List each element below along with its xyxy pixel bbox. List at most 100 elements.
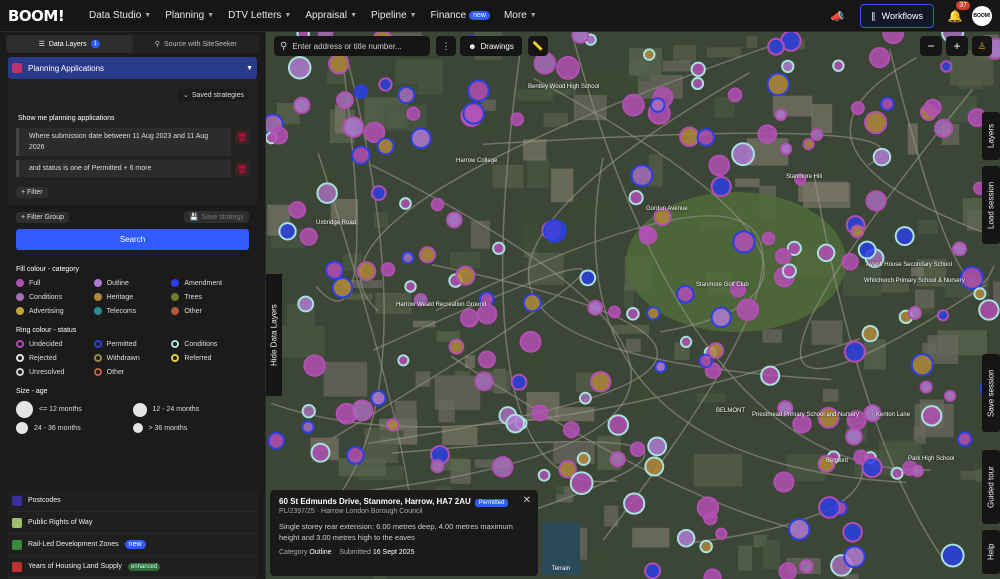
planning-application-marker[interactable]	[952, 241, 967, 257]
planning-application-marker[interactable]	[288, 201, 307, 219]
zoom-in-button[interactable]: +	[946, 36, 968, 56]
planning-application-marker[interactable]	[356, 261, 377, 282]
planning-application-marker[interactable]	[299, 227, 318, 246]
planning-application-marker[interactable]	[679, 335, 693, 349]
planning-application-marker[interactable]	[757, 124, 778, 145]
planning-application-marker[interactable]	[626, 307, 640, 321]
planning-application-marker[interactable]	[727, 87, 743, 103]
planning-application-marker[interactable]	[882, 32, 905, 45]
planning-application-marker[interactable]	[267, 432, 286, 450]
planning-application-marker[interactable]	[978, 299, 1000, 321]
planning-application-marker[interactable]	[301, 403, 316, 419]
tab-data-layers[interactable]: ☰ Data Layers 1	[6, 35, 133, 53]
planning-application-marker[interactable]	[767, 37, 785, 56]
save-strategy-button[interactable]: 💾 Save strategy	[184, 211, 249, 223]
planning-application-marker[interactable]	[841, 252, 859, 271]
megaphone-icon[interactable]: 📣	[830, 10, 844, 23]
planning-application-marker[interactable]	[531, 404, 549, 422]
trash-icon[interactable]: 🗑	[235, 162, 249, 176]
planning-application-marker[interactable]	[861, 456, 883, 479]
planning-application-marker[interactable]	[816, 243, 836, 263]
planning-application-marker[interactable]	[644, 456, 665, 477]
planning-application-marker[interactable]	[911, 464, 924, 478]
layers-tab[interactable]: Layers	[982, 112, 1000, 160]
planning-application-marker[interactable]	[376, 137, 395, 156]
nav-item[interactable]: Data Studio ▼	[82, 0, 158, 32]
planning-application-marker[interactable]	[556, 55, 580, 80]
planning-application-marker[interactable]	[736, 298, 760, 321]
planning-application-marker[interactable]	[857, 240, 877, 260]
planning-application-marker[interactable]	[590, 371, 612, 393]
planning-application-marker[interactable]	[646, 306, 661, 321]
planning-application-marker[interactable]	[571, 32, 589, 44]
nav-item[interactable]: Appraisal ▼	[298, 0, 364, 32]
planning-application-marker[interactable]	[710, 306, 732, 329]
planning-application-marker[interactable]	[773, 471, 795, 493]
planning-application-marker[interactable]	[569, 471, 594, 496]
planning-application-marker[interactable]	[399, 197, 412, 210]
planning-application-marker[interactable]	[696, 128, 716, 147]
planning-application-marker[interactable]	[936, 309, 950, 322]
planning-application-marker[interactable]	[676, 284, 695, 304]
user-avatar[interactable]: BOOM!	[972, 6, 992, 26]
planning-application-marker[interactable]	[799, 559, 814, 574]
planning-application-marker[interactable]	[703, 510, 718, 526]
planning-application-marker[interactable]	[944, 389, 957, 402]
nav-item[interactable]: More ▼	[497, 0, 544, 32]
planning-application-marker[interactable]	[578, 391, 592, 405]
planning-application-marker[interactable]	[880, 96, 895, 112]
ruler-icon[interactable]: 📏	[528, 36, 548, 56]
trash-icon[interactable]: 🗑	[235, 130, 249, 144]
planning-application-marker[interactable]	[278, 222, 297, 241]
help-tab[interactable]: Help	[982, 530, 1000, 574]
planning-application-marker[interactable]	[865, 190, 887, 212]
planning-application-marker[interactable]	[788, 518, 811, 541]
planning-application-marker[interactable]	[760, 365, 781, 386]
planning-application-marker[interactable]	[731, 142, 755, 167]
chevron-down-icon[interactable]: ▼	[246, 65, 253, 72]
planning-application-marker[interactable]	[397, 354, 410, 367]
planning-application-marker[interactable]	[401, 251, 415, 265]
planning-application-marker[interactable]	[328, 53, 350, 75]
planning-application-marker[interactable]	[703, 568, 722, 579]
planning-application-marker[interactable]	[335, 91, 354, 110]
planning-application-marker[interactable]	[418, 246, 437, 264]
planning-application-marker[interactable]	[781, 59, 795, 74]
planning-application-marker[interactable]	[270, 126, 289, 145]
planning-application-marker[interactable]	[654, 360, 667, 374]
planning-application-marker[interactable]	[973, 287, 987, 301]
nav-item[interactable]: Pipeline ▼	[364, 0, 424, 32]
planning-application-marker[interactable]	[370, 185, 387, 201]
planning-application-marker[interactable]	[543, 219, 567, 243]
planning-application-marker[interactable]	[868, 46, 891, 69]
planning-application-marker[interactable]	[310, 442, 331, 463]
planning-application-marker[interactable]	[380, 262, 396, 277]
close-icon[interactable]: ✕	[523, 495, 531, 506]
planning-application-marker[interactable]	[679, 126, 700, 147]
saved-strategies-dropdown[interactable]: ⌄ Saved strategies	[177, 89, 249, 101]
street-view-pegman-icon[interactable]: ♙	[972, 36, 992, 56]
layer-item[interactable]: Postcodes	[8, 490, 258, 512]
notifications-bell-icon[interactable]: 🔔 37	[946, 1, 970, 25]
tab-site-seeker[interactable]: ⚲ Source with SiteSeeker	[133, 35, 260, 53]
planning-application-marker[interactable]	[404, 280, 417, 293]
planning-application-marker[interactable]	[647, 436, 668, 457]
planning-application-marker[interactable]	[622, 93, 645, 117]
planning-application-marker[interactable]	[519, 330, 542, 353]
planning-application-marker[interactable]	[576, 451, 591, 466]
planning-application-marker[interactable]	[774, 108, 787, 122]
planning-application-marker[interactable]	[850, 101, 865, 116]
planning-application-marker[interactable]	[732, 230, 756, 254]
planning-application-marker[interactable]	[478, 350, 496, 369]
planning-application-marker[interactable]	[910, 353, 934, 377]
planning-application-marker[interactable]	[353, 84, 369, 99]
map-search-input[interactable]: ⚲ Enter address or title number...	[274, 36, 430, 56]
planning-application-marker[interactable]	[850, 224, 865, 239]
planning-application-marker[interactable]	[774, 247, 792, 265]
planning-application-marker[interactable]	[676, 528, 696, 548]
planning-application-marker[interactable]	[781, 263, 797, 279]
planning-application-marker[interactable]	[609, 451, 626, 468]
nav-item[interactable]: Finance new	[424, 0, 497, 32]
filter-date[interactable]: Where submission date between 11 Aug 202…	[16, 128, 231, 156]
planning-application-marker[interactable]	[872, 147, 892, 167]
